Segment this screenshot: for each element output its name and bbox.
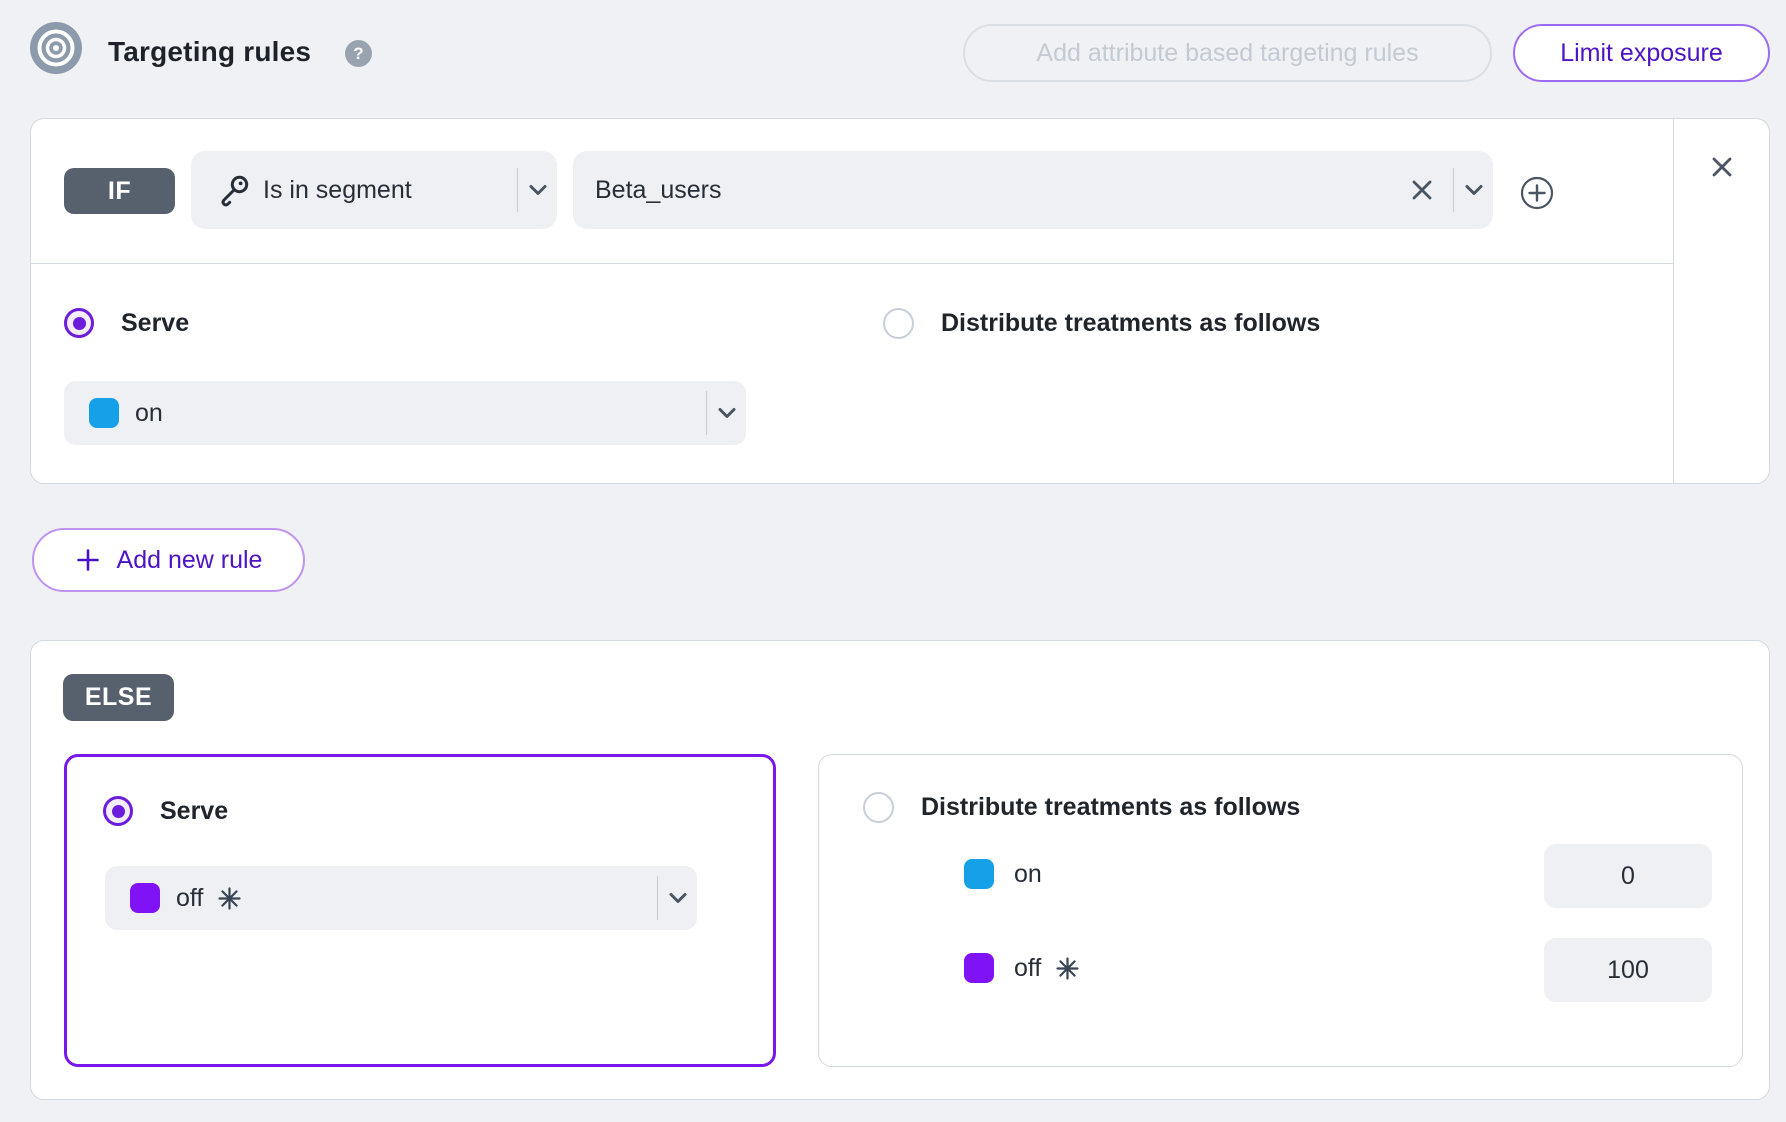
treatment-name: off [176, 884, 203, 913]
distribute-label: Distribute treatments as follows [941, 309, 1320, 338]
matcher-label: Is in segment [263, 176, 412, 205]
distribute-row-on: on [964, 859, 1042, 889]
else-rule-card: ELSE Serve off [30, 640, 1770, 1100]
rule-card-divider [31, 263, 1673, 264]
segment-value-field[interactable]: Beta_users [573, 151, 1493, 229]
distribute-label: Distribute treatments as follows [921, 793, 1300, 822]
default-treatment-asterisk-icon [1055, 956, 1080, 981]
if-distribute-option[interactable]: Distribute treatments as follows [883, 308, 1320, 339]
else-distribute-option[interactable]: Distribute treatments as follows [863, 792, 1300, 823]
percentage-input-off[interactable]: 100 [1544, 938, 1712, 1002]
if-serve-option[interactable]: Serve [64, 308, 189, 338]
add-new-rule-button[interactable]: Add new rule [32, 528, 305, 592]
help-icon[interactable]: ? [345, 40, 372, 67]
treatment-name: off [1014, 954, 1041, 983]
else-serve-option[interactable]: Serve [103, 796, 228, 826]
chevron-down-icon[interactable] [707, 401, 746, 425]
distribute-row-off: off [964, 953, 1080, 983]
default-treatment-asterisk-icon [217, 886, 242, 911]
if-keyword-badge: IF [64, 168, 175, 214]
add-condition-icon[interactable] [1520, 176, 1554, 210]
else-serve-box[interactable]: Serve off [64, 754, 776, 1067]
matcher-dropdown[interactable]: Is in segment [191, 151, 557, 229]
chevron-down-icon[interactable] [658, 886, 697, 910]
else-distribute-box[interactable]: Distribute treatments as follows on 0 of… [818, 754, 1743, 1067]
radio-selected-icon[interactable] [64, 308, 94, 338]
serve-label: Serve [121, 309, 189, 338]
targeting-rules-icon [30, 22, 82, 74]
else-treatment-dropdown[interactable]: off [105, 866, 697, 930]
chevron-down-icon[interactable] [518, 178, 557, 202]
else-keyword-badge: ELSE [63, 674, 174, 721]
clear-icon[interactable] [1409, 177, 1435, 203]
if-rule-card: IF Is in segment Beta_users [30, 118, 1770, 484]
add-attribute-rules-button[interactable]: Add attribute based targeting rules [963, 24, 1492, 82]
close-icon[interactable] [1708, 153, 1736, 181]
plus-icon [75, 547, 101, 573]
treatment-off-swatch [130, 883, 160, 913]
radio-unselected-icon[interactable] [863, 792, 894, 823]
segment-value: Beta_users [595, 176, 721, 205]
if-treatment-dropdown[interactable]: on [64, 381, 746, 445]
radio-unselected-icon[interactable] [883, 308, 914, 339]
serve-label: Serve [160, 797, 228, 826]
limit-exposure-button[interactable]: Limit exposure [1513, 24, 1770, 82]
treatment-on-swatch [964, 859, 994, 889]
page-title: Targeting rules [108, 36, 311, 68]
treatment-name: on [135, 399, 163, 428]
key-icon [217, 173, 251, 207]
treatment-name: on [1014, 860, 1042, 889]
chevron-down-icon[interactable] [1454, 178, 1493, 202]
add-new-rule-label: Add new rule [117, 546, 263, 575]
percentage-input-on[interactable]: 0 [1544, 844, 1712, 908]
treatment-on-swatch [89, 398, 119, 428]
radio-selected-icon[interactable] [103, 796, 133, 826]
rule-card-side-column [1673, 119, 1769, 483]
treatment-off-swatch [964, 953, 994, 983]
